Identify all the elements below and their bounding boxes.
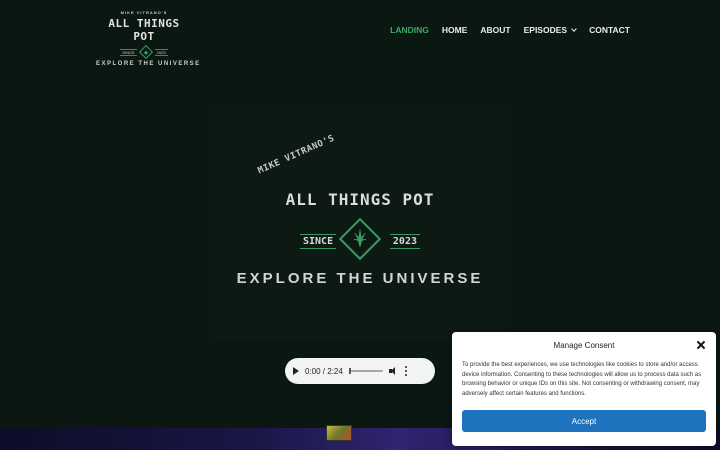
- consent-text: To provide the best experiences, we use …: [462, 362, 702, 397]
- thumbnail-image: [326, 425, 352, 441]
- chevron-down-icon: [571, 26, 577, 32]
- logo-top-text: MIKE VITRANO'S: [120, 10, 168, 15]
- nav-item-label: HOME: [441, 25, 468, 35]
- hero-tagline: EXPLORE THE UNIVERSE: [236, 270, 484, 287]
- audio-player: 0:00 / 2:24: [285, 358, 435, 384]
- volume-icon[interactable]: [388, 366, 399, 376]
- nav-item-contact[interactable]: CONTACT: [589, 25, 630, 35]
- main-nav: LANDING HOME ABOUT EPISODES CONTACT: [390, 25, 630, 35]
- hero-since: SINCE: [300, 234, 337, 249]
- hero-since-row: SINCE 2023: [300, 217, 420, 266]
- nav-item-landing[interactable]: LANDING: [390, 25, 429, 35]
- logo-tagline: EXPLORE THE UNIVERSE: [96, 61, 201, 67]
- logo-since: SINCE: [120, 48, 137, 56]
- site-header: MIKE VITRANO'S ALL THINGS POT SINCE 2023…: [0, 0, 720, 70]
- nav-item-episodes[interactable]: EPISODES: [523, 25, 577, 35]
- nav-item-home[interactable]: HOME: [442, 25, 468, 35]
- audio-time: 0:00 / 2:24: [305, 366, 343, 376]
- close-icon[interactable]: [696, 340, 706, 350]
- cannabis-leaf-icon: [353, 228, 367, 248]
- consent-dialog: Manage Consent To provide the best exper…: [452, 332, 716, 446]
- audio-seek-bar[interactable]: [348, 368, 383, 374]
- accept-button[interactable]: Accept: [462, 410, 706, 432]
- nav-item-label: ABOUT: [480, 25, 511, 35]
- more-options-icon[interactable]: [404, 366, 408, 376]
- play-icon[interactable]: [293, 367, 299, 375]
- nav-item-label: EPISODES: [523, 25, 568, 35]
- logo-since-row: SINCE 2023: [96, 44, 192, 60]
- hero-title: ALL THINGS POT: [285, 190, 435, 209]
- logo-title: ALL THINGS POT: [108, 17, 180, 43]
- logo-year: 2023: [154, 48, 168, 56]
- nav-item-label: LANDING: [390, 25, 429, 35]
- nav-item-about[interactable]: ABOUT: [480, 25, 510, 35]
- logo-leaf-icon: [138, 44, 153, 60]
- hero-year: 2023: [389, 234, 420, 249]
- nav-item-label: CONTACT: [589, 25, 630, 35]
- site-logo[interactable]: MIKE VITRANO'S ALL THINGS POT SINCE 2023…: [96, 8, 199, 67]
- consent-title: Manage Consent: [553, 341, 615, 350]
